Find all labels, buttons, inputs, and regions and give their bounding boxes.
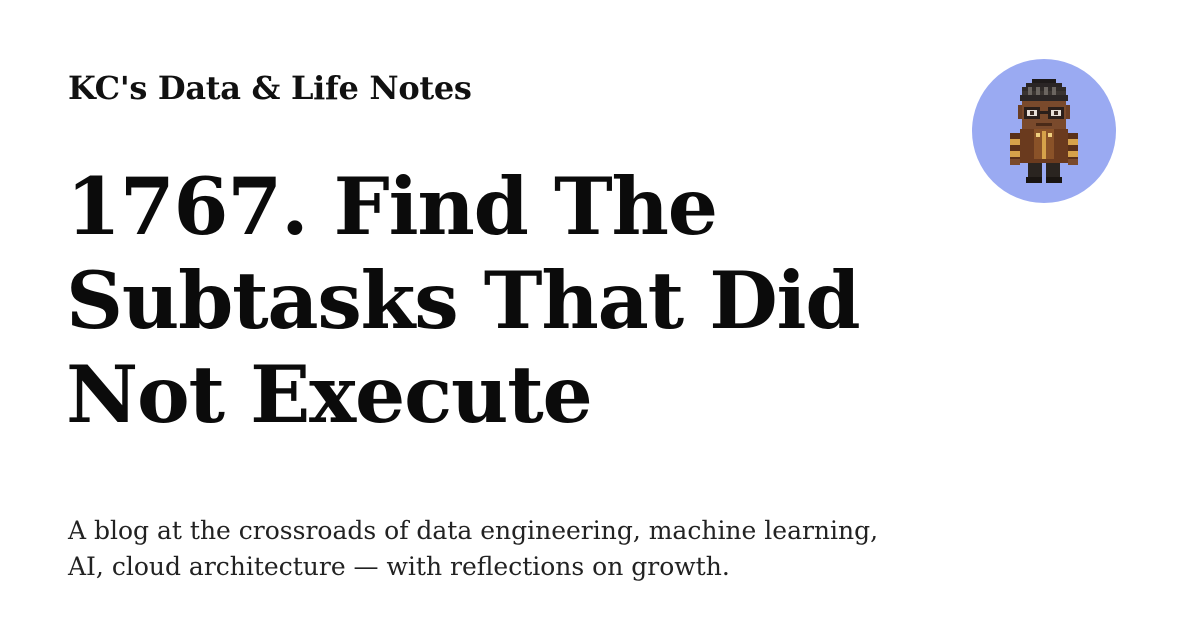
blog-tagline: A blog at the crossroads of data enginee… [68, 516, 879, 581]
post-title: 1767. Find The Subtasks That Did Not Exe… [66, 160, 861, 441]
social-card: KC's Data & Life Notes 1767. Find The Su… [0, 0, 1200, 630]
pixel-art-character-avatar-icon [1010, 79, 1078, 183]
avatar [972, 59, 1116, 203]
site-name: KC's Data & Life Notes [68, 69, 472, 107]
